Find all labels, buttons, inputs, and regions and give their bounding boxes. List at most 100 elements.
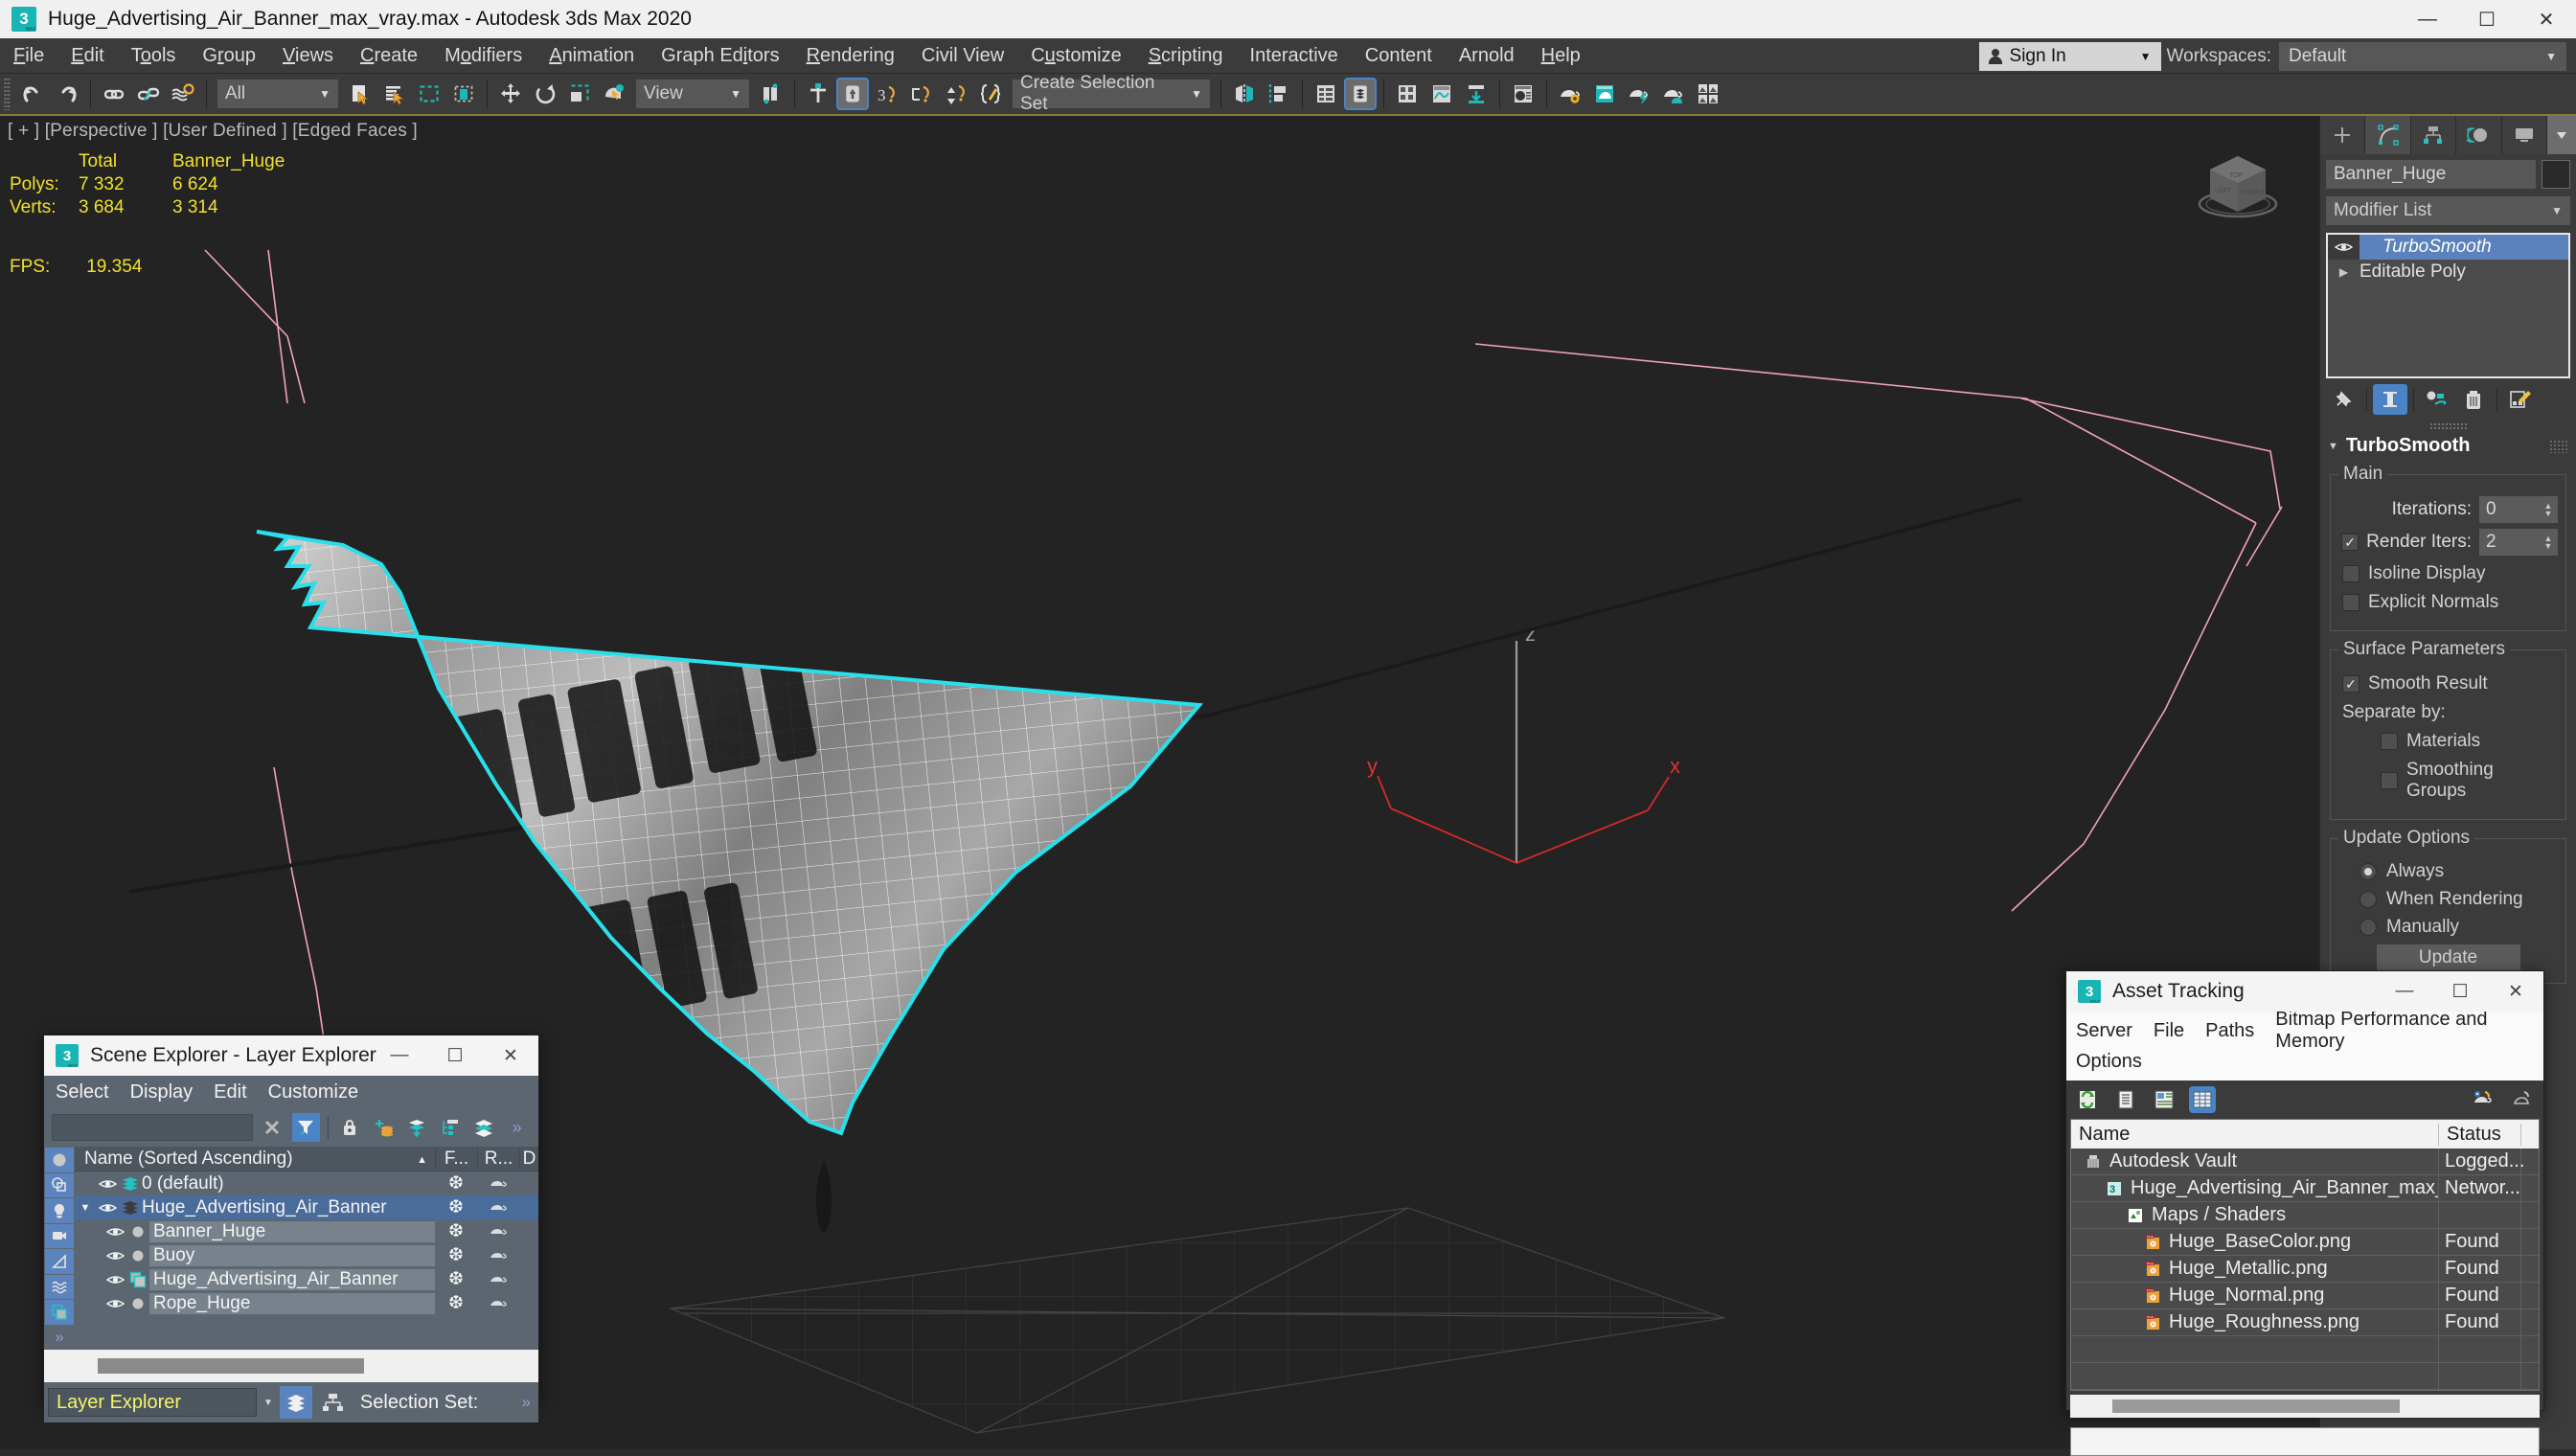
align-button[interactable]: [1263, 78, 1295, 110]
se-menu-select[interactable]: Select: [56, 1081, 109, 1103]
select-and-rotate-button[interactable]: [529, 78, 561, 110]
layer-hierarchy-icon[interactable]: [436, 1113, 464, 1142]
asset-table[interactable]: Name Status Autodesk Vault Logged... 3 H…: [2070, 1119, 2540, 1391]
search-input[interactable]: [52, 1114, 253, 1141]
modify-tab[interactable]: [2365, 116, 2411, 154]
update-always-row[interactable]: Always: [2359, 861, 2558, 882]
xrefs-filter-icon[interactable]: [45, 1300, 74, 1325]
render-cell[interactable]: [477, 1225, 519, 1239]
table-row[interactable]: [2071, 1336, 2539, 1363]
menu-file[interactable]: File: [0, 38, 57, 74]
column-name[interactable]: Name: [2071, 1123, 2439, 1146]
render-in-cloud-button[interactable]: [1692, 78, 1724, 110]
render-cell[interactable]: [477, 1177, 519, 1191]
select-and-place-button[interactable]: [598, 78, 630, 110]
maximize-button[interactable]: ☐: [2432, 971, 2488, 1012]
chevron-right-icon[interactable]: ▶: [2328, 260, 2359, 284]
column-name[interactable]: Name (Sorted Ascending) ▲: [75, 1149, 435, 1170]
render-iterative-button[interactable]: [1657, 78, 1690, 110]
list-item[interactable]: 0 (default) ❆: [75, 1172, 538, 1195]
modifier-stack-item-turbosmooth[interactable]: TurboSmooth: [2328, 235, 2568, 260]
modifier-stack[interactable]: TurboSmooth ▶ Editable Poly: [2326, 233, 2570, 378]
table-row[interactable]: PNG Huge_Roughness.png Found: [2071, 1309, 2539, 1336]
update-always-radio[interactable]: [2359, 863, 2377, 880]
scene-explorer-mode-button[interactable]: [316, 1386, 349, 1419]
table-row[interactable]: PNG Huge_BaseColor.png Found: [2071, 1229, 2539, 1256]
layer-explorer-button[interactable]: [1310, 78, 1342, 110]
list-item[interactable]: Buoy ❆: [75, 1243, 538, 1267]
minimize-button[interactable]: —: [372, 1035, 427, 1076]
add-layer-icon[interactable]: [370, 1113, 398, 1142]
window-crossing-toggle-button[interactable]: [447, 78, 480, 110]
render-setup-button[interactable]: [1554, 78, 1586, 110]
iterations-spinner[interactable]: 0 ▲ ▼: [2479, 496, 2558, 523]
menu-animation[interactable]: Animation: [536, 38, 648, 74]
se-menu-edit[interactable]: Edit: [214, 1081, 246, 1103]
explorer-name-field[interactable]: Layer Explorer: [48, 1388, 257, 1417]
modifier-stack-item-editable-poly[interactable]: ▶ Editable Poly: [2328, 260, 2568, 284]
menu-modifiers[interactable]: Modifiers: [431, 38, 536, 74]
manage-layers-button[interactable]: [1391, 78, 1424, 110]
close-button[interactable]: ✕: [483, 1035, 538, 1076]
select-by-name-button[interactable]: [378, 78, 411, 110]
menu-group[interactable]: Group: [189, 38, 269, 74]
scrollbar-thumb[interactable]: [98, 1358, 364, 1374]
table-row[interactable]: [2071, 1363, 2539, 1390]
smoothing-groups-checkbox[interactable]: [2381, 772, 2398, 789]
render-iters-checkbox[interactable]: ✓: [2341, 534, 2359, 551]
more-icon[interactable]: »: [522, 1393, 535, 1412]
geometry-filter-icon[interactable]: [45, 1148, 74, 1172]
motion-tab[interactable]: [2456, 116, 2502, 154]
select-and-manipulate-button[interactable]: [802, 78, 834, 110]
menu-graph-editors[interactable]: Graph Editors: [648, 38, 792, 74]
smooth-result-checkbox[interactable]: ✓: [2342, 675, 2359, 693]
close-button[interactable]: ✕: [2517, 0, 2576, 38]
menu-interactive[interactable]: Interactive: [1237, 38, 1352, 74]
hierarchy-tab[interactable]: [2410, 116, 2457, 154]
table-row[interactable]: PNG Huge_Normal.png Found: [2071, 1283, 2539, 1309]
se-menu-display[interactable]: Display: [130, 1081, 194, 1103]
list-view-icon[interactable]: [2112, 1086, 2139, 1113]
table-row[interactable]: PNG Huge_Metallic.png Found: [2071, 1256, 2539, 1283]
at-menu-bitmap-performance[interactable]: Bitmap Performance and Memory: [2275, 1009, 2534, 1053]
lock-icon[interactable]: [336, 1113, 364, 1142]
detail-view-icon[interactable]: [2151, 1086, 2177, 1113]
helpers-filter-icon[interactable]: [45, 1249, 74, 1274]
freeze-cell[interactable]: ❆: [435, 1220, 477, 1242]
spinner-snap-toggle-button[interactable]: [940, 78, 972, 110]
menu-customize[interactable]: Customize: [1017, 38, 1134, 74]
column-status[interactable]: Status: [2439, 1123, 2521, 1146]
render-iters-spinner[interactable]: 2 ▲ ▼: [2479, 529, 2558, 556]
twirl-icon[interactable]: ▼: [75, 1202, 96, 1214]
select-and-move-button[interactable]: [494, 78, 527, 110]
make-unique-icon[interactable]: [2420, 384, 2454, 415]
at-menu-server[interactable]: Server: [2076, 1020, 2132, 1042]
freeze-cell[interactable]: ❆: [435, 1244, 477, 1266]
column-display[interactable]: D: [519, 1148, 538, 1170]
spinner-arrows-icon[interactable]: ▲ ▼: [2539, 496, 2558, 523]
percent-snap-toggle-button[interactable]: [905, 78, 938, 110]
menu-help[interactable]: Help: [1528, 38, 1594, 74]
isoline-display-checkbox[interactable]: [2342, 565, 2359, 582]
pin-stack-icon[interactable]: [2326, 384, 2360, 415]
create-tab[interactable]: [2320, 116, 2366, 154]
render-cell[interactable]: [477, 1201, 519, 1215]
menu-content[interactable]: Content: [1352, 38, 1446, 74]
materials-row[interactable]: Materials: [2381, 731, 2558, 752]
workspace-select[interactable]: Default ▼: [2279, 41, 2566, 71]
at-menu-paths[interactable]: Paths: [2205, 1020, 2254, 1042]
menu-arnold[interactable]: Arnold: [1446, 38, 1528, 74]
freeze-cell[interactable]: ❆: [435, 1292, 477, 1314]
asset-table-hscrollbar[interactable]: [2070, 1395, 2540, 1418]
cameras-filter-icon[interactable]: [45, 1223, 74, 1248]
update-button[interactable]: Update: [2376, 944, 2520, 971]
rollout-handle[interactable]: [2428, 422, 2468, 430]
rectangular-selection-region-button[interactable]: [413, 78, 445, 110]
show-end-result-icon[interactable]: [2373, 384, 2407, 415]
mirror-button[interactable]: [1228, 78, 1261, 110]
edit-named-selection-sets-button[interactable]: [974, 78, 1007, 110]
update-when-rendering-radio[interactable]: [2359, 891, 2377, 908]
menu-tools[interactable]: Tools: [118, 38, 190, 74]
explicit-normals-checkbox[interactable]: [2342, 594, 2359, 611]
remove-modifier-icon[interactable]: [2456, 384, 2491, 415]
